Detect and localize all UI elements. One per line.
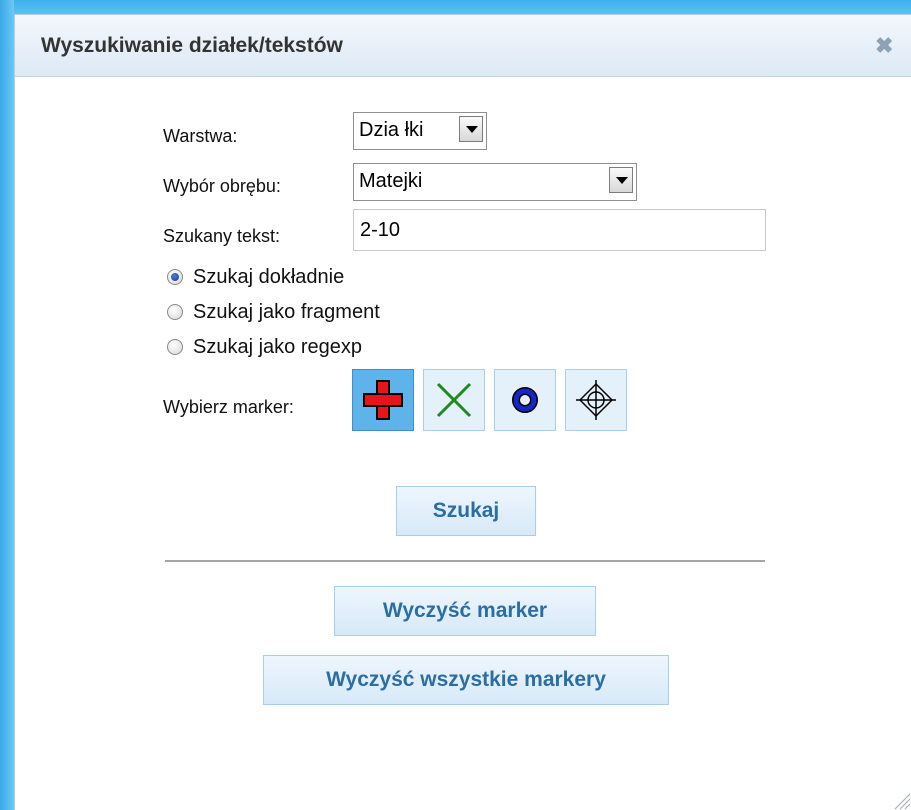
dialog-title: Wyszukiwanie działek/tekstów	[41, 34, 343, 57]
search-mode-regexp[interactable]: Szukaj jako regexp	[167, 332, 362, 362]
search-mode-fragment[interactable]: Szukaj jako fragment	[167, 297, 380, 327]
green-x-icon	[436, 382, 472, 418]
radio-fragment[interactable]	[167, 304, 183, 320]
clear-all-markers-button[interactable]: Wyczyść wszystkie markery	[263, 655, 669, 705]
marker-label: Wybierz marker:	[163, 397, 294, 417]
marker-option-green-x[interactable]	[423, 369, 485, 431]
radio-fragment-label: Szukaj jako fragment	[193, 300, 380, 323]
blue-ring-icon	[512, 387, 538, 413]
precinct-label: Wybór obrębu:	[163, 176, 281, 196]
clear-marker-button[interactable]: Wyczyść marker	[334, 586, 596, 636]
close-icon[interactable]: ✖	[875, 33, 893, 59]
search-text-label: Szukany tekst:	[163, 226, 281, 246]
search-mode-exact[interactable]: Szukaj dokładnie	[167, 262, 344, 292]
red-cross-icon	[363, 380, 403, 420]
search-text-input[interactable]	[353, 209, 766, 251]
marker-option-crosshair[interactable]	[565, 369, 627, 431]
precinct-select-value: Matejki	[359, 170, 423, 192]
divider	[165, 560, 765, 562]
marker-option-blue-ring[interactable]	[494, 369, 556, 431]
dialog-titlebar[interactable]: Wyszukiwanie działek/tekstów ✖	[15, 15, 911, 77]
layer-label: Warstwa:	[163, 126, 238, 146]
search-button[interactable]: Szukaj	[396, 486, 536, 536]
radio-regexp-label: Szukaj jako regexp	[193, 335, 362, 358]
crosshair-icon	[576, 380, 616, 420]
desktop-background-top	[0, 0, 911, 14]
chevron-down-icon[interactable]	[459, 116, 483, 142]
precinct-select[interactable]: Matejki	[353, 163, 637, 201]
radio-exact[interactable]	[167, 269, 183, 285]
layer-select[interactable]: Dzia łki	[353, 112, 487, 150]
radio-regexp[interactable]	[167, 339, 183, 355]
radio-exact-label: Szukaj dokładnie	[193, 265, 345, 288]
layer-select-value: Dzia łki	[359, 119, 424, 141]
resize-grip-icon[interactable]	[891, 790, 911, 810]
search-dialog: Wyszukiwanie działek/tekstów ✖ Warstwa: …	[14, 14, 911, 810]
desktop-background-left	[0, 0, 14, 810]
marker-option-red-cross[interactable]	[352, 369, 414, 431]
chevron-down-icon[interactable]	[609, 167, 633, 193]
